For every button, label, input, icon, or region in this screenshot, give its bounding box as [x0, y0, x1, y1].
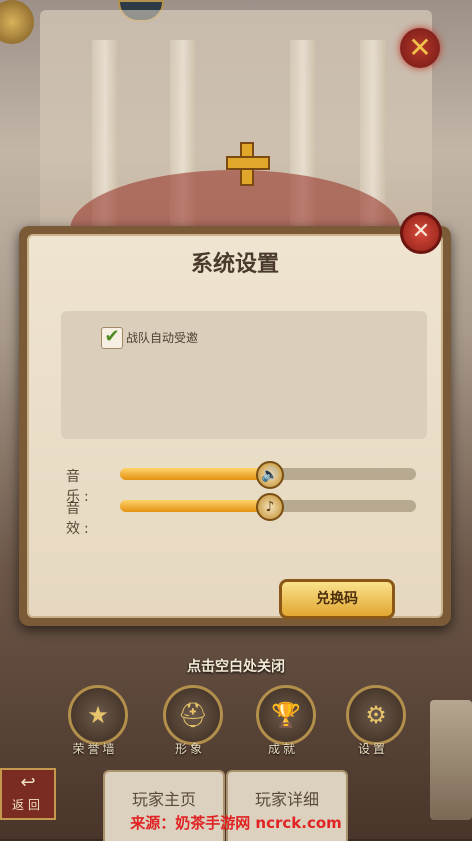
redeem-code-button[interactable]: 兑换码 [279, 579, 395, 619]
speaker-icon[interactable]: 🔊 [256, 461, 284, 489]
music-note-icon[interactable]: ♪ [256, 493, 284, 521]
honor-wall-button[interactable]: ★ [68, 685, 128, 745]
dialog-body: 系统设置 ✔ 战队自动受邀 音 乐: 🔊 音 效: ♪ 兑换码 [27, 234, 443, 619]
sfx-slider-fill [120, 500, 268, 512]
corner-ornament [0, 0, 34, 44]
music-slider[interactable]: 🔊 [120, 461, 416, 489]
appearance-button[interactable]: ⛑ [163, 685, 223, 745]
close-icon[interactable]: ✕ [400, 212, 442, 254]
star-icon: ★ [87, 701, 109, 729]
appearance-label: 形象 [174, 742, 205, 756]
auto-accept-checkbox[interactable]: ✔ [101, 327, 123, 349]
sfx-label: 音 效: [66, 501, 93, 537]
sfx-slider[interactable]: ♪ [120, 493, 416, 521]
settings-dialog: 系统设置 ✔ 战队自动受邀 音 乐: 🔊 音 效: ♪ 兑换码 [19, 226, 451, 626]
dialog-title: 系统设置 [190, 252, 279, 277]
music-slider-fill [120, 468, 268, 480]
background-close-icon[interactable]: ✕ [400, 28, 440, 68]
settings-label: 设置 [357, 742, 388, 756]
cross-emblem [226, 142, 270, 186]
helmet-icon: ⛑ [177, 701, 209, 729]
gear-icon: ⚙ [365, 701, 387, 729]
options-panel: ✔ 战队自动受邀 [61, 311, 427, 439]
watermark: 来源：奶茶手游网 ncrck.com [130, 814, 342, 832]
trophy-icon: 🏆 [271, 701, 301, 729]
settings-button[interactable]: ⚙ [346, 685, 406, 745]
back-arrow-icon: ↩ [20, 772, 36, 793]
achievement-button[interactable]: 🏆 [256, 685, 316, 745]
achievement-label: 成就 [267, 742, 298, 756]
candle [430, 700, 472, 820]
honor-wall-label: 荣誉墙 [72, 742, 118, 756]
tap-to-close-hint[interactable]: 点击空白处关闭 [0, 656, 472, 676]
back-label: 返回 [11, 798, 44, 812]
auto-accept-label: 战队自动受邀 [126, 331, 199, 345]
